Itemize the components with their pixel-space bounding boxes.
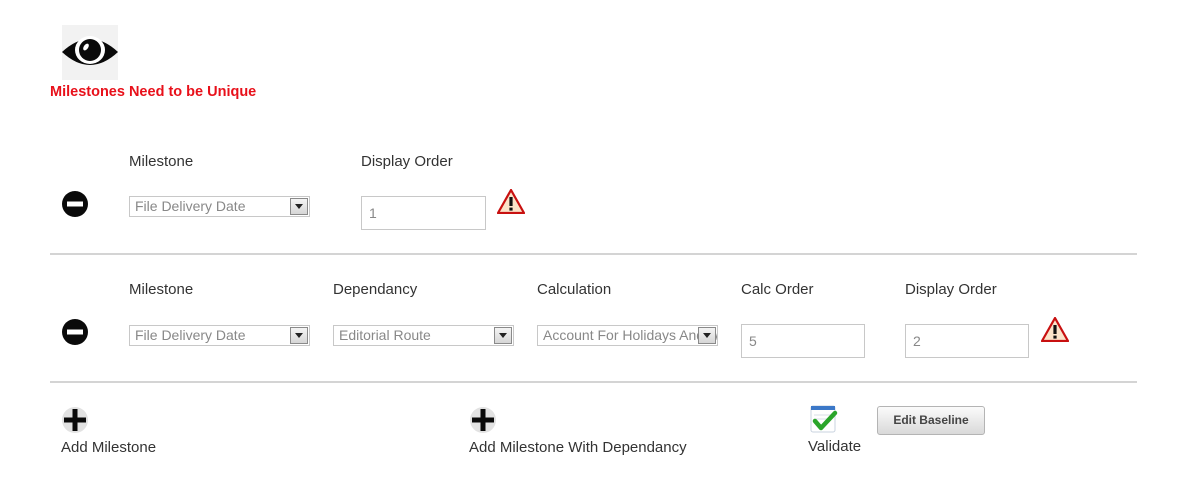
dependancy-label: Dependancy (333, 281, 418, 298)
calc-order-input[interactable]: 5 (741, 324, 865, 358)
display-order-label: Display Order (361, 153, 453, 170)
add-milestone-with-dependancy-button[interactable] (469, 406, 497, 439)
plus-circle-icon (470, 407, 496, 433)
dependancy-select-value: Editorial Route (339, 327, 431, 343)
view-icon[interactable] (62, 25, 118, 80)
remove-milestone-button[interactable] (62, 319, 88, 350)
dependancy-select[interactable]: Editorial Route (333, 325, 514, 346)
remove-milestone-button[interactable] (62, 191, 88, 222)
calculation-label: Calculation (537, 281, 612, 298)
milestone-label: Milestone (129, 153, 194, 170)
display-order-label: Display Order (905, 281, 997, 298)
milestone-select-value: File Delivery Date (135, 198, 246, 214)
checklist-check-icon (810, 405, 838, 433)
warning-icon (496, 188, 526, 219)
chevron-down-icon[interactable] (494, 327, 512, 344)
milestone-select-value: File Delivery Date (135, 327, 246, 343)
add-milestone-with-dependancy-label[interactable]: Add Milestone With Dependancy (469, 439, 687, 456)
chevron-down-icon[interactable] (290, 327, 308, 344)
calc-order-label: Calc Order (741, 281, 814, 298)
milestone-select[interactable]: File Delivery Date (129, 325, 310, 346)
validate-label[interactable]: Validate (808, 438, 861, 455)
minus-circle-icon (62, 319, 88, 345)
add-milestone-label[interactable]: Add Milestone (61, 439, 156, 456)
plus-circle-icon (62, 407, 88, 433)
edit-baseline-button[interactable]: Edit Baseline (877, 406, 985, 435)
row-divider (50, 381, 1137, 383)
calculation-select[interactable]: Account For Holidays And Weekends (537, 325, 718, 346)
display-order-input[interactable]: 1 (361, 196, 486, 230)
minus-circle-icon (62, 191, 88, 217)
error-message: Milestones Need to be Unique (50, 84, 257, 100)
display-order-input[interactable]: 2 (905, 324, 1029, 358)
eye-icon (62, 36, 118, 65)
milestone-label: Milestone (129, 281, 194, 298)
validate-button[interactable] (809, 405, 839, 440)
chevron-down-icon[interactable] (698, 327, 716, 344)
add-milestone-button[interactable] (61, 406, 89, 439)
calculation-select-value: Account For Holidays And Weekends (543, 327, 717, 343)
row-divider (50, 253, 1137, 255)
milestone-select[interactable]: File Delivery Date (129, 196, 310, 217)
warning-icon (1040, 316, 1070, 347)
chevron-down-icon[interactable] (290, 198, 308, 215)
